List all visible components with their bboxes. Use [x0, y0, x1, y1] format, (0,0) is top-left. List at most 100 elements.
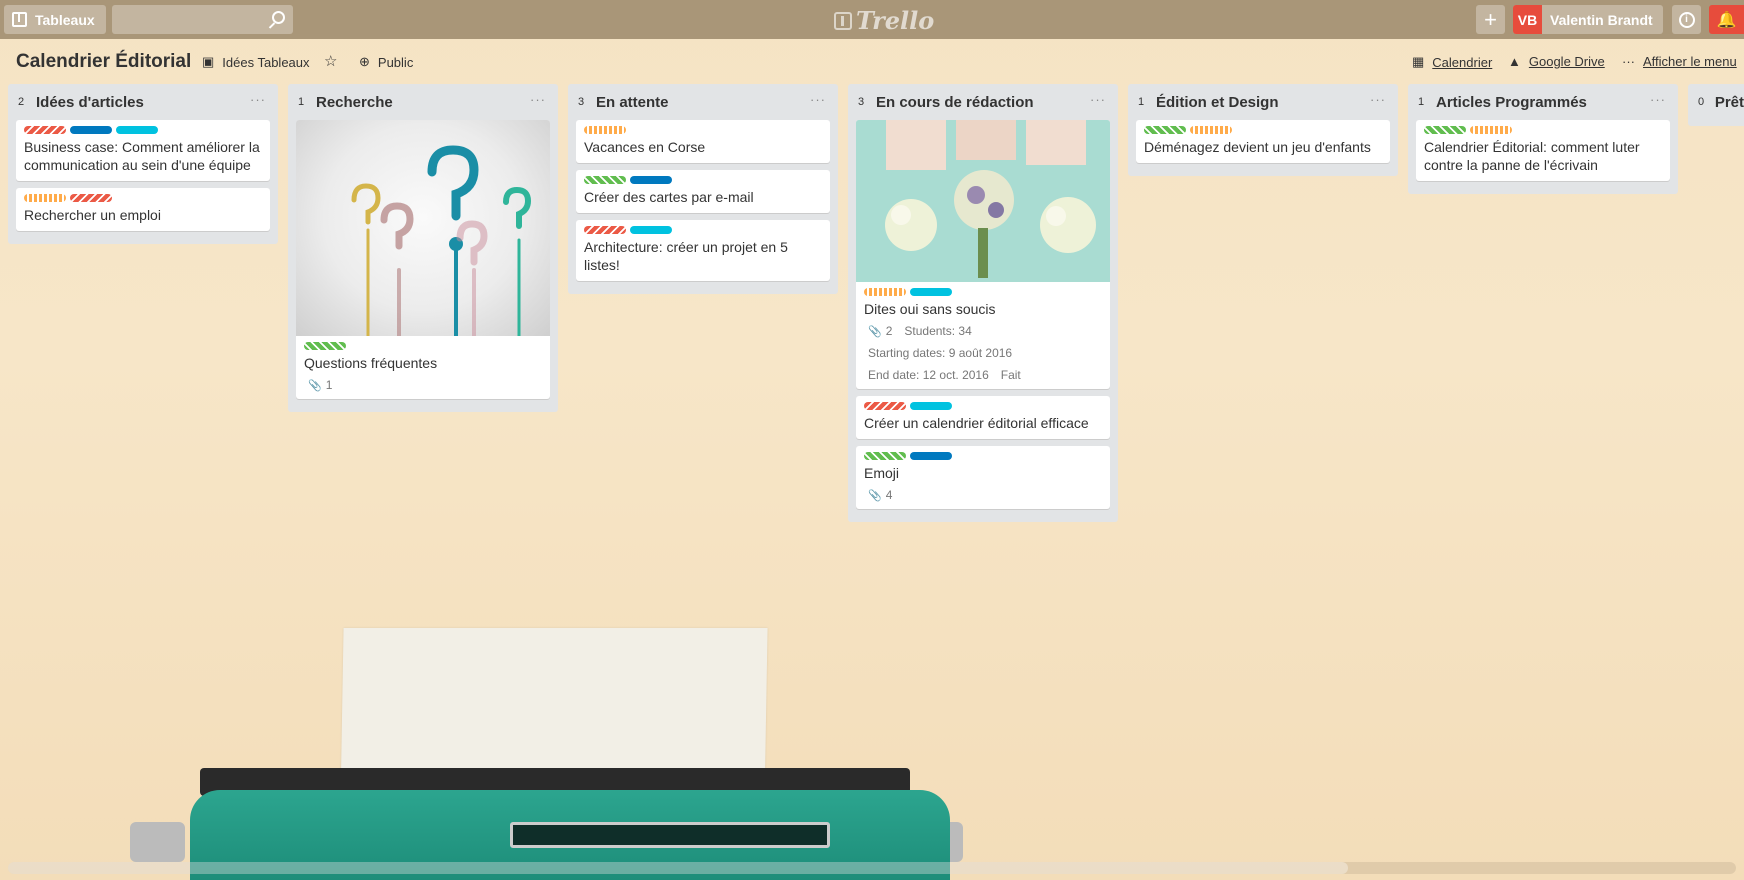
- typewriter-panel: [510, 822, 830, 848]
- attachment-count: 2: [885, 324, 893, 338]
- paperclip-icon: 📎: [868, 490, 882, 502]
- card-title: Vacances en Corse: [584, 139, 706, 155]
- list-title[interactable]: En attente: [596, 94, 669, 111]
- list-menu-icon[interactable]: ···: [250, 92, 266, 107]
- card-title: Business case: Comment améliorer la comm…: [24, 139, 260, 173]
- list-card-count: 0: [1698, 96, 1705, 108]
- visibility-label: Public: [377, 54, 414, 70]
- briefcase-icon: ▣: [202, 54, 215, 69]
- card-title: Calendrier Éditorial: comment luter cont…: [1424, 139, 1640, 173]
- boards-icon: [12, 12, 27, 27]
- list-header[interactable]: 2 Idées d'articles ···: [16, 84, 270, 120]
- card-title: Emoji: [864, 465, 900, 481]
- attachment-count: 1: [325, 378, 333, 392]
- show-menu-button[interactable]: ··· Afficher le menu: [1622, 54, 1737, 69]
- label-red: [70, 194, 112, 202]
- paperclip-icon: 📎: [308, 380, 322, 392]
- list-title[interactable]: En cours de rédaction: [876, 94, 1034, 111]
- card-start-date-row: Starting dates: 9 août 2016: [864, 346, 1102, 360]
- card[interactable]: Business case: Comment améliorer la comm…: [16, 120, 270, 181]
- board-title[interactable]: Calendrier Éditorial: [16, 51, 191, 73]
- team-button[interactable]: ▣ Idées Tableaux: [202, 54, 310, 70]
- card[interactable]: Architecture: créer un projet en 5 liste…: [576, 220, 830, 281]
- list-title[interactable]: Recherche: [316, 94, 393, 111]
- card-labels: [24, 126, 262, 134]
- bell-icon: 🔔: [1716, 11, 1737, 29]
- label-orange: [24, 194, 66, 202]
- trello-logo[interactable]: Trello: [834, 6, 934, 35]
- add-button[interactable]: +: [1476, 5, 1505, 34]
- list-menu-icon[interactable]: ···: [1370, 92, 1386, 107]
- card[interactable]: Questions fréquentes 📎 1: [296, 120, 550, 399]
- card-labels: [584, 226, 822, 234]
- list-title[interactable]: Idées d'articles: [36, 94, 144, 111]
- label-green: [1144, 126, 1186, 134]
- list-header[interactable]: 3 En attente ···: [576, 84, 830, 120]
- label-blue: [630, 176, 672, 184]
- card-labels: [584, 126, 822, 134]
- search-input[interactable]: [112, 5, 262, 34]
- list-menu-icon[interactable]: ···: [530, 92, 546, 107]
- list-menu-icon[interactable]: ···: [1650, 92, 1666, 107]
- list-header[interactable]: 1 Recherche ···: [296, 84, 550, 120]
- list-card-count: 1: [1418, 96, 1425, 108]
- label-orange: [1470, 126, 1512, 134]
- list-title[interactable]: Prêt: [1715, 94, 1744, 111]
- list-recherche: 1 Recherche ··· Questions fréquentes 📎 1: [288, 84, 558, 412]
- label-sky: [116, 126, 158, 134]
- list-menu-icon[interactable]: ···: [810, 92, 826, 107]
- scrollbar-thumb[interactable]: [8, 862, 1348, 874]
- info-icon: i: [1678, 11, 1695, 28]
- label-orange: [584, 126, 626, 134]
- list-edition-design: 1 Édition et Design ··· Déménagez devien…: [1128, 84, 1398, 176]
- card[interactable]: Rechercher un emploi: [16, 188, 270, 231]
- boards-button[interactable]: Tableaux: [4, 5, 106, 34]
- visibility-button[interactable]: ⊕ Public: [359, 54, 413, 70]
- notifications-button[interactable]: 🔔: [1709, 5, 1744, 34]
- search-box[interactable]: [112, 5, 293, 34]
- card[interactable]: Vacances en Corse: [576, 120, 830, 163]
- list-en-attente: 3 En attente ··· Vacances en Corse Créer…: [568, 84, 838, 294]
- label-orange: [1190, 126, 1232, 134]
- list-header[interactable]: 1 Édition et Design ···: [1136, 84, 1390, 120]
- card-badges: 📎 2 Students: 34: [864, 324, 1102, 338]
- info-button[interactable]: i: [1672, 5, 1701, 34]
- list-title[interactable]: Édition et Design: [1156, 94, 1279, 111]
- card[interactable]: Dites oui sans soucis 📎 2 Students: 34 St…: [856, 120, 1110, 389]
- label-green: [304, 342, 346, 350]
- card-labels: [584, 176, 822, 184]
- paperclip-icon: 📎: [868, 326, 882, 338]
- card-title: Créer des cartes par e-mail: [584, 189, 754, 205]
- board-scrollbar[interactable]: [8, 862, 1736, 874]
- card[interactable]: Emoji 📎 4: [856, 446, 1110, 509]
- label-green: [1424, 126, 1466, 134]
- card-title: Déménagez devient un jeu d'enfants: [1144, 139, 1371, 155]
- card-cover-question-marks: [296, 120, 550, 338]
- card[interactable]: Créer un calendrier éditorial efficace: [856, 396, 1110, 439]
- more-icon: ···: [1622, 54, 1635, 69]
- boards-label: Tableaux: [35, 11, 95, 28]
- card-badges: 📎 1: [304, 378, 542, 392]
- card[interactable]: Créer des cartes par e-mail: [576, 170, 830, 213]
- list-header[interactable]: 1 Articles Programmés ···: [1416, 84, 1670, 120]
- user-menu-button[interactable]: VB Valentin Brandt: [1513, 5, 1663, 34]
- list-title[interactable]: Articles Programmés: [1436, 94, 1587, 111]
- label-red: [24, 126, 66, 134]
- list-header[interactable]: 0 Prêt: [1696, 84, 1744, 120]
- list-header[interactable]: 3 En cours de rédaction ···: [856, 84, 1110, 120]
- search-icon[interactable]: [272, 11, 285, 24]
- star-icon: ☆: [324, 53, 338, 70]
- label-sky: [630, 226, 672, 234]
- card-labels: [1144, 126, 1382, 134]
- card-labels: [864, 288, 1102, 296]
- card[interactable]: Calendrier Éditorial: comment luter cont…: [1416, 120, 1670, 181]
- calendar-button[interactable]: ▦ Calendrier: [1412, 54, 1492, 70]
- list-card-count: 3: [578, 96, 585, 108]
- list-card-count: 2: [18, 96, 25, 108]
- star-button[interactable]: ☆: [324, 52, 337, 70]
- card-badges: 📎 4: [864, 488, 1102, 502]
- google-drive-button[interactable]: ▲ Google Drive: [1508, 54, 1605, 69]
- list-menu-icon[interactable]: ···: [1090, 92, 1106, 107]
- card[interactable]: Déménagez devient un jeu d'enfants: [1136, 120, 1390, 163]
- list-en-cours-redaction: 3 En cours de rédaction ··· Dites oui sa…: [848, 84, 1118, 522]
